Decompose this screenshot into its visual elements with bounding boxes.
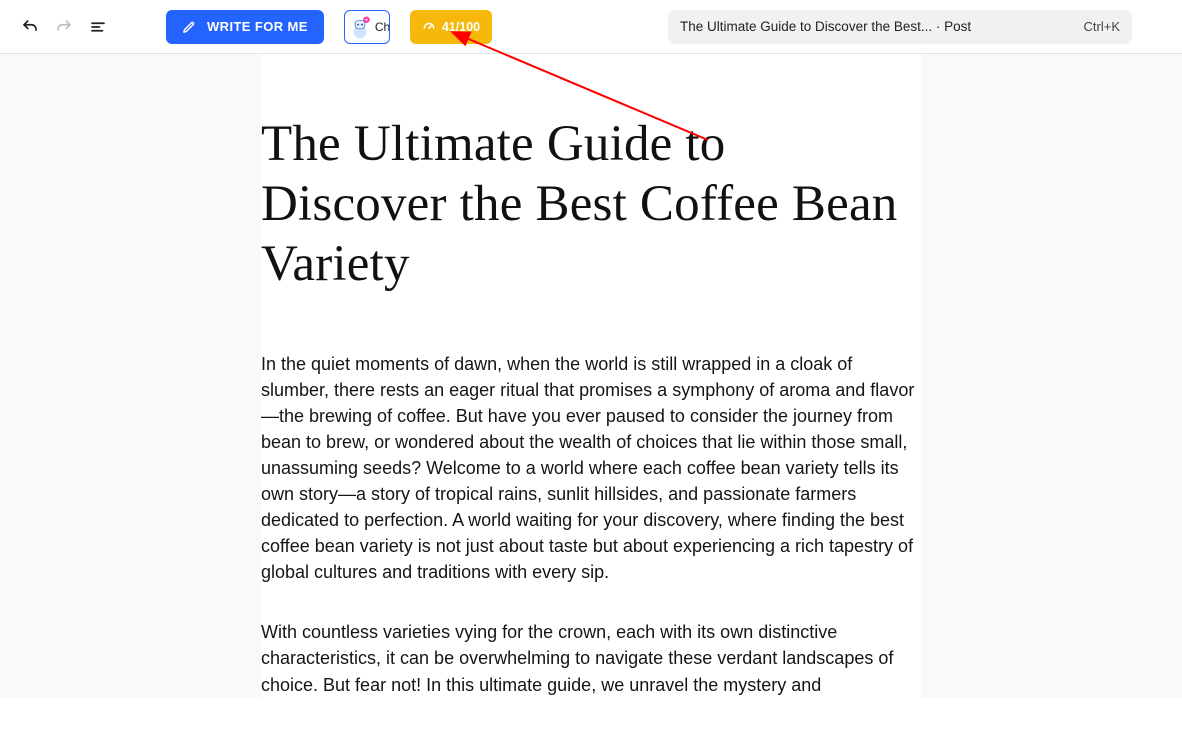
undo-icon bbox=[21, 18, 39, 36]
document-paragraph[interactable]: With countless varieties vying for the c… bbox=[261, 619, 921, 697]
command-search[interactable]: The Ultimate Guide to Discover the Best.… bbox=[668, 10, 1132, 44]
document-paragraph[interactable]: In the quiet moments of dawn, when the w… bbox=[261, 351, 921, 586]
undo-button[interactable] bbox=[14, 11, 46, 43]
assistant-chip[interactable]: Ch bbox=[344, 10, 390, 44]
pencil-icon bbox=[182, 19, 197, 34]
redo-icon bbox=[55, 18, 73, 36]
history-controls bbox=[14, 11, 114, 43]
search-doc-label: The Ultimate Guide to Discover the Best.… bbox=[680, 19, 971, 34]
outline-button[interactable] bbox=[82, 11, 114, 43]
write-button-label: WRITE FOR ME bbox=[207, 19, 308, 34]
redo-button[interactable] bbox=[48, 11, 80, 43]
robot-icon bbox=[347, 14, 373, 40]
toolbar: WRITE FOR ME Ch 41/100 The Ultimate Guid… bbox=[0, 0, 1182, 54]
editor-viewport: The Ultimate Guide to Discover the Best … bbox=[0, 54, 1182, 698]
seo-score-button[interactable]: 41/100 bbox=[410, 10, 492, 44]
document-title[interactable]: The Ultimate Guide to Discover the Best … bbox=[261, 114, 921, 295]
seo-score-label: 41/100 bbox=[442, 20, 480, 34]
assistant-chip-text: Ch bbox=[375, 20, 390, 34]
gauge-icon bbox=[422, 20, 436, 34]
document[interactable]: The Ultimate Guide to Discover the Best … bbox=[261, 54, 921, 698]
search-shortcut: Ctrl+K bbox=[1084, 19, 1120, 34]
write-for-me-button[interactable]: WRITE FOR ME bbox=[166, 10, 324, 44]
list-icon bbox=[89, 18, 107, 36]
